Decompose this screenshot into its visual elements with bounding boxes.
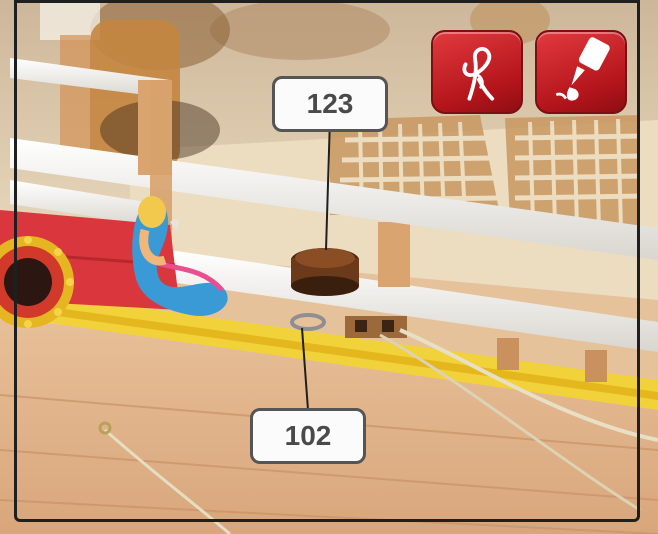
callout-label-top: 123 [272, 76, 388, 132]
callout-label-bottom: 102 [250, 408, 366, 464]
rope-knot-icon [431, 30, 523, 114]
glue-bottle-icon [535, 30, 627, 114]
photo-frame: 123 102 [0, 0, 658, 534]
